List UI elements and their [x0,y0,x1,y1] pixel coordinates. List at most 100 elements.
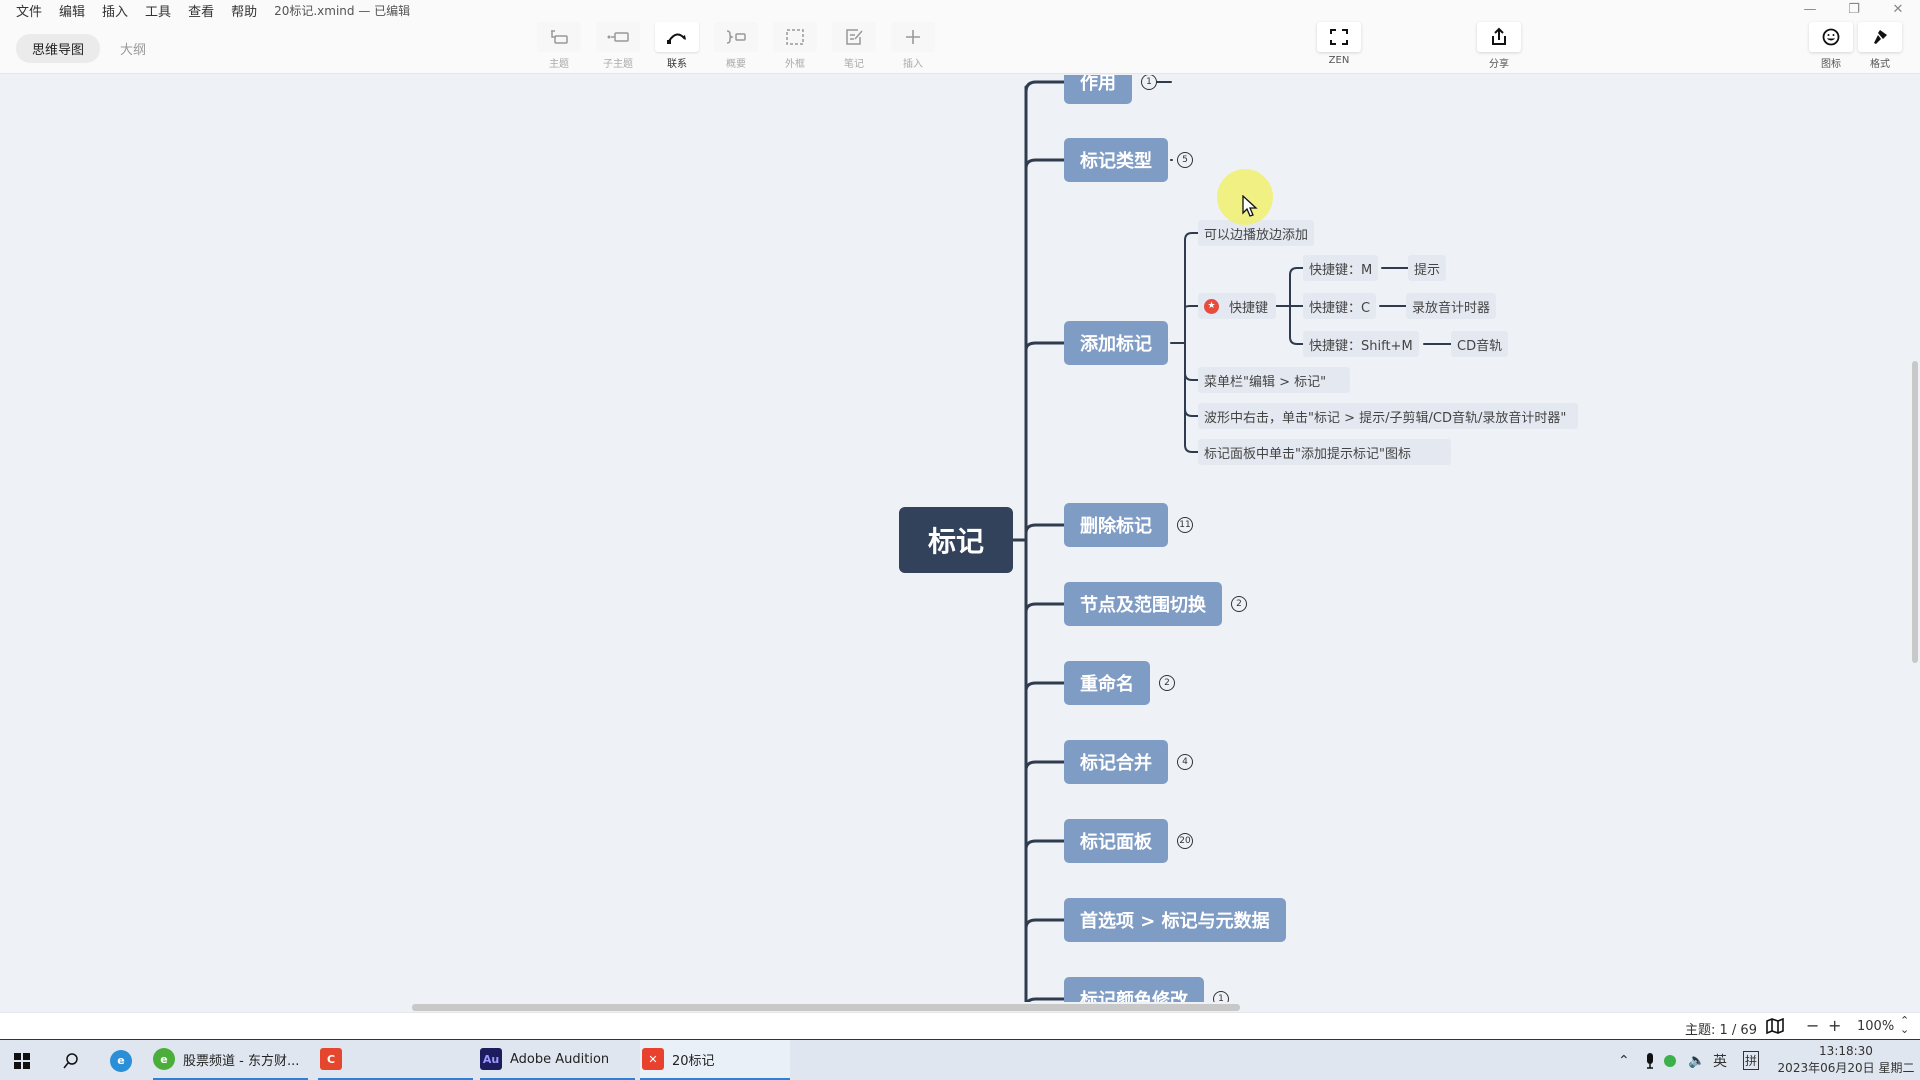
subtopic[interactable]: CD音轨 [1451,331,1509,357]
collapsed-count-badge[interactable]: 20 [1177,833,1193,849]
tab-outline[interactable]: 大纲 [104,34,162,63]
note-button[interactable]: 笔记 [830,22,878,70]
map-icon[interactable] [1766,1018,1784,1034]
restore-button[interactable]: ❐ [1832,0,1876,20]
menu-file[interactable]: 文件 [16,1,42,20]
subtopic[interactable]: 波形中右击，单击"标记 > 提示/子剪辑/CD音轨/录放音计时器" [1198,403,1579,429]
horizontal-scrollbar[interactable] [0,1002,1910,1012]
subtopic-label: 快捷键 [1229,300,1269,316]
boundary-button[interactable]: 外框 [771,22,819,70]
wechat-tray-icon[interactable] [1664,1040,1676,1080]
tab-mindmap[interactable]: 思维导图 [16,34,101,63]
branch-topic[interactable]: 重命名 [1064,661,1150,705]
share-icon [1492,27,1506,45]
mindmap-canvas[interactable]: 标记 作用 1 标记类型 5 添加标记 可以边播放边添加 ★ 快捷键 快捷键：M… [0,75,1910,1002]
insert-button[interactable]: 插入 [889,22,937,70]
browser-icon: e [153,1048,175,1070]
volume-icon[interactable]: 🔈 [1688,1040,1705,1080]
start-button[interactable] [14,1040,30,1080]
subtopic[interactable]: 菜单栏"编辑 > 标记" [1198,367,1351,393]
topic-icon [551,30,568,44]
subtopic[interactable]: 快捷键：C [1303,293,1377,319]
zoom-out-button[interactable]: − [1806,1016,1819,1035]
search-icon [63,1052,78,1068]
branch-topic[interactable]: 标记合并 [1064,740,1168,784]
subtopic[interactable]: 录放音计时器 [1406,293,1497,319]
collapsed-count-badge[interactable]: 2 [1231,596,1247,612]
ime-language[interactable]: 英 [1713,1040,1727,1080]
menu-view[interactable]: 查看 [188,1,214,20]
share-button[interactable]: 分享 [1475,22,1523,70]
vertical-scroll-thumb[interactable] [1912,361,1918,663]
icon-panel-button[interactable]: 图标 [1807,22,1855,70]
summary-icon [726,30,746,44]
taskbar-app-browser[interactable]: e 股票频道 - 东方财... [153,1040,308,1080]
edge-dev-button[interactable]: e [110,1040,140,1080]
subtopic-shortcut[interactable]: ★ 快捷键 [1198,293,1277,319]
vertical-scrollbar[interactable] [1910,75,1920,1012]
view-tabs: 思维导图 大纲 [16,34,166,63]
collapsed-count-badge[interactable]: 5 [1177,152,1193,168]
star-marker-icon: ★ [1204,298,1219,314]
subtopic[interactable]: 可以边播放边添加 [1198,220,1315,246]
collapsed-count-badge[interactable]: 11 [1177,517,1193,533]
taskbar-app-xmind[interactable]: ✕ 20标记 [640,1040,790,1080]
ime-mode-label: 拼 [1743,1051,1760,1070]
menu-help[interactable]: 帮助 [231,1,257,20]
branch-topic[interactable]: 节点及范围切换 [1064,582,1222,626]
close-button[interactable]: ✕ [1876,0,1920,20]
summary-button[interactable]: 概要 [712,22,760,70]
audition-icon: Au [480,1048,502,1070]
subtopic-icon [607,32,629,42]
subtopic-label: 子主题 [603,59,633,70]
root-topic[interactable]: 标记 [899,507,1013,573]
branch-topic[interactable]: 标记面板 [1064,819,1168,863]
format-panel-button[interactable]: 格式 [1856,22,1904,70]
taskbar-app-label: 20标记 [672,1053,715,1069]
subtopic-button[interactable]: 子主题 [594,22,642,70]
subtopic[interactable]: 快捷键：Shift+M [1303,331,1419,357]
search-button[interactable] [62,1040,80,1080]
branch-topic[interactable]: 添加标记 [1064,321,1168,365]
zen-button[interactable]: ZEN [1315,22,1363,66]
zoom-in-button[interactable]: + [1828,1016,1841,1035]
branch-topic[interactable]: 标记颜色修改 [1064,977,1204,1002]
subtopic[interactable]: 提示 [1408,255,1447,281]
boundary-label: 外框 [785,59,805,70]
branch-topic[interactable]: 标记类型 [1064,138,1168,182]
ime-mode[interactable]: 拼 [1743,1040,1760,1080]
taskbar-app-camtasia[interactable]: C [318,1040,473,1080]
collapsed-count-badge[interactable]: 1 [1213,991,1229,1002]
menu-edit[interactable]: 编辑 [59,1,85,20]
file-title: 20标记.xmind — 已编辑 [274,3,411,18]
taskbar-app-label: 股票频道 - 东方财... [183,1053,300,1069]
subtopic[interactable]: 快捷键：M [1303,255,1379,281]
zoom-stepper-icon[interactable]: ⌃ ⌄ [1900,1015,1909,1035]
smiley-icon [1822,28,1840,46]
minimize-button[interactable]: — [1788,0,1832,20]
collapsed-count-badge[interactable]: 2 [1159,675,1175,691]
relationship-button[interactable]: 联系 [653,22,701,70]
system-clock[interactable]: 13:18:30 2023年06月20日 星期二 [1776,1043,1916,1077]
insert-label: 插入 [903,59,923,70]
branch-topic[interactable]: 删除标记 [1064,503,1168,547]
menu-tools[interactable]: 工具 [145,1,171,20]
branch-topic[interactable]: 作用 [1064,75,1132,104]
zoom-level[interactable]: 100% [1857,1019,1894,1034]
microphone-icon[interactable] [1644,1040,1656,1080]
subtopic[interactable]: 标记面板中单击"添加提示标记"图标 [1198,439,1451,465]
fullscreen-icon [1330,29,1348,45]
camtasia-icon: C [320,1048,342,1070]
branch-topic[interactable]: 首选项 > 标记与元数据 [1064,898,1286,942]
topic-label: 主题 [549,59,569,70]
taskbar-app-audition[interactable]: Au Adobe Audition [480,1040,635,1080]
topic-button[interactable]: 主题 [535,22,583,70]
clock-time: 13:18:30 [1819,1044,1873,1058]
collapsed-count-badge[interactable]: 4 [1177,754,1193,770]
menu-insert[interactable]: 插入 [102,1,128,20]
horizontal-scroll-thumb[interactable] [412,1004,1240,1011]
note-label: 笔记 [844,59,864,70]
tray-overflow-button[interactable]: ⌃ [1618,1040,1630,1080]
zen-label: ZEN [1328,55,1350,66]
relationship-label: 联系 [667,59,687,70]
